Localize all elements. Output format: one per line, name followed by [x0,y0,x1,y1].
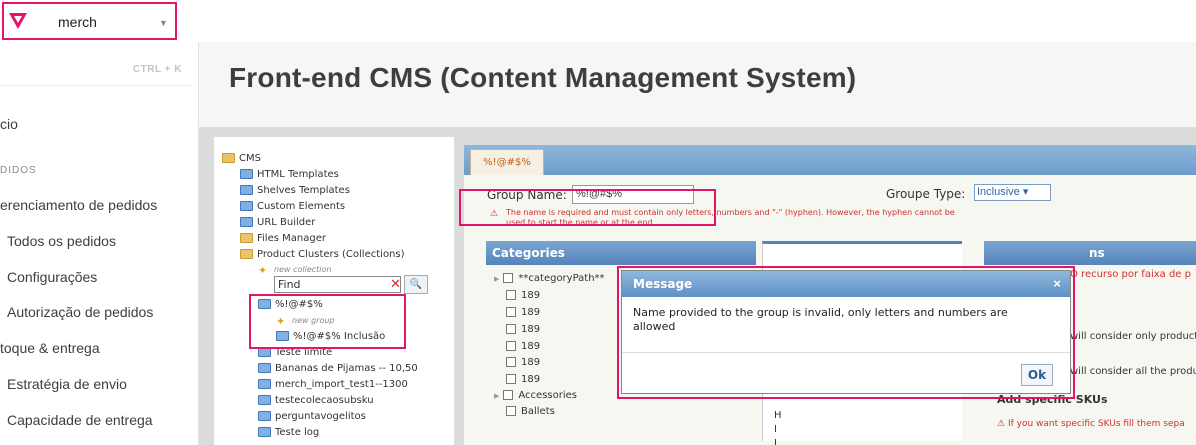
new-icon: ✦ [276,315,286,328]
store-selector[interactable]: merch ▼ [2,2,177,40]
sidebar-item-autorizacao-pedidos[interactable]: Autorização de pedidos [7,304,153,320]
group-name-warning: The name is required and must contain on… [506,208,955,227]
consider-only-text: will consider only product [1070,331,1196,342]
tree-item-group-inclusao[interactable]: %!@#$% Inclusão [276,331,385,342]
tab-strip: %!@#$% [464,145,1196,175]
tree-item-product-clusters[interactable]: Product Clusters (Collections) [240,249,405,260]
sidebar-search[interactable]: CTRL + K [0,52,192,86]
tree-item-testecolecao[interactable]: testecolecaosubsku [258,395,374,406]
sidebar-item-todos-pedidos[interactable]: Todos os pedidos [7,233,116,249]
collection-icon [258,411,271,421]
sidebar-item-capacidade-entrega[interactable]: Capacidade de entrega [7,412,153,428]
categories-header: Categories [486,241,756,265]
collection-icon [258,395,271,405]
sidebar-item-configuracoes[interactable]: Configurações [7,269,97,285]
checkbox[interactable] [503,273,514,283]
collection-icon [258,379,271,389]
collection-icon [258,299,271,309]
category-item[interactable]: ▶ **categoryPath** [494,273,605,284]
tree-item-url-builder[interactable]: URL Builder [240,217,315,228]
checkbox[interactable] [506,324,516,334]
category-item[interactable]: ▶ Accessories [494,390,577,401]
dialog-title: Message [622,271,1070,297]
checkbox[interactable] [506,290,516,300]
group-type-select[interactable]: Inclusive ▾ [974,184,1051,201]
warning-icon: ⚠ [490,208,499,218]
sidebar-item-inicio[interactable]: cio [0,116,18,132]
group-type-label: Groupe Type: [886,187,966,201]
checkbox[interactable] [506,341,516,351]
tree-item-shelves-templates[interactable]: Shelves Templates [240,185,350,196]
search-shortcut-hint: CTRL + K [132,64,182,75]
close-icon[interactable]: × [1053,276,1061,291]
vtex-logo-icon [9,13,27,29]
new-icon: ✦ [258,264,268,277]
chevron-down-icon: ▼ [159,18,168,28]
dialog-message: Name provided to the group is invalid, o… [633,306,1008,333]
tree-item-html-templates[interactable]: HTML Templates [240,169,339,180]
link-icon [240,217,253,227]
warning-icon: ⚠ [997,419,1008,429]
template-icon [240,169,253,179]
tab-group[interactable]: %!@#$% [470,149,544,175]
collection-icon [258,363,271,373]
tree-item-group[interactable]: %!@#$% [258,299,323,310]
tree-item-teste-limite[interactable]: Teste limite [258,347,332,358]
tree-item-teste-log[interactable]: Teste log [258,427,319,438]
expand-icon[interactable]: ▶ [494,275,499,283]
checkbox[interactable] [506,307,516,317]
tree-item-new-group[interactable]: ✦ new group [276,315,335,328]
checkbox[interactable] [506,374,516,384]
folder-icon [222,153,235,163]
sidebar-item-estrategia-envio[interactable]: Estratégia de envio [7,376,127,392]
category-item[interactable]: 189 [506,374,540,385]
dialog-divider [622,352,1070,353]
collection-icon [258,427,271,437]
right-panel-header: ns [984,241,1196,265]
group-name-label: Group Name: [487,188,567,202]
consider-all-text: will consider all the produ [1070,366,1196,377]
tree-item-cms[interactable]: CMS [222,153,261,164]
store-name: merch [58,14,97,30]
sidebar: CTRL + K cio DIDOS erenciamento de pedid… [0,42,199,445]
tree-find-input[interactable]: Find [274,276,401,293]
group-name-input[interactable]: %!@#$% [572,185,694,204]
sidebar-item-gerenciamento-pedidos[interactable]: erenciamento de pedidos [0,197,157,213]
expand-icon[interactable]: ▶ [494,392,499,400]
category-item[interactable]: 189 [506,307,540,318]
category-item[interactable]: 189 [506,341,540,352]
tree-item-merch-import[interactable]: merch_import_test1--1300 [258,379,408,390]
folder-icon [240,249,253,259]
sidebar-item-estoque-entrega[interactable]: toque & entrega [0,340,100,356]
category-item[interactable]: 189 [506,324,540,335]
collection-icon [276,331,289,341]
top-bar: merch ▼ [0,0,1196,42]
sidebar-section-pedidos: DIDOS [0,165,37,176]
collection-icon [258,347,271,357]
checkbox[interactable] [506,406,516,416]
search-icon[interactable]: 🔍 [404,275,428,294]
specific-skus-warning: ⚠ If you want specific SKUs fill them se… [997,419,1185,429]
folder-icon [240,233,253,243]
tree-item-files-manager[interactable]: Files Manager [240,233,326,244]
checkbox[interactable] [503,390,514,400]
category-item[interactable]: 189 [506,357,540,368]
checkbox[interactable] [506,357,516,367]
ok-button[interactable]: Ok [1021,364,1053,386]
template-icon [240,185,253,195]
category-item[interactable]: Ballets [506,406,555,417]
tree-item-custom-elements[interactable]: Custom Elements [240,201,345,212]
page-title: Front-end CMS (Content Management System… [229,62,857,93]
category-item[interactable]: 189 [506,290,540,301]
element-icon [240,201,253,211]
add-skus-heading: Add specific SKUs [997,393,1108,406]
tree-item-new-collection[interactable]: ✦ new collection [258,264,331,277]
clear-icon[interactable]: ✕ [390,277,401,292]
range-resource-text: O recurso por faixa de p [1070,269,1191,280]
cms-tree: CMS HTML Templates Shelves Templates Cus… [214,137,454,445]
message-dialog: Message × Name provided to the group is … [621,270,1071,394]
tree-item-bananas[interactable]: Bananas de Pijamas -- 10,50 [258,363,418,374]
tree-item-pergunta[interactable]: perguntavogelitos [258,411,366,422]
